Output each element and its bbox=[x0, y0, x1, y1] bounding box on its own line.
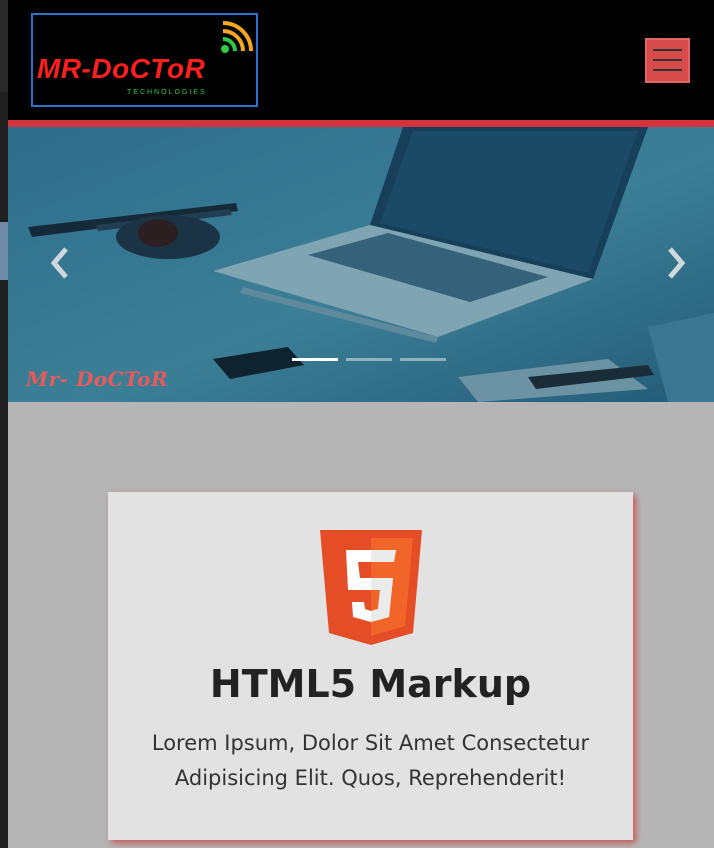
html5-icon bbox=[320, 530, 422, 645]
logo-tagline: TECHNOLOGIES bbox=[127, 89, 207, 96]
site-logo[interactable]: MR-DoCToR TECHNOLOGIES bbox=[31, 13, 258, 107]
feature-title: HTML5 Markup bbox=[209, 662, 532, 706]
carousel-prev-button[interactable] bbox=[48, 245, 78, 285]
background-thumbnail bbox=[0, 222, 8, 280]
hamburger-menu-icon bbox=[653, 49, 682, 51]
chevron-left-icon bbox=[50, 247, 68, 279]
carousel-next-button[interactable] bbox=[664, 245, 694, 285]
wifi-signal-icon bbox=[221, 21, 253, 53]
carousel-indicator-2[interactable] bbox=[346, 358, 392, 361]
carousel-indicator-1[interactable] bbox=[292, 358, 338, 361]
feature-card-html5: HTML5 Markup Lorem Ipsum, Dolor Sit Amet… bbox=[108, 492, 633, 840]
hamburger-menu-button[interactable] bbox=[645, 38, 690, 83]
carousel-indicator-3[interactable] bbox=[400, 358, 446, 361]
header-accent-bar bbox=[8, 120, 714, 127]
site-header: MR-DoCToR TECHNOLOGIES bbox=[8, 0, 714, 120]
logo-wordmark: MR-DoCToR bbox=[37, 53, 206, 84]
carousel-watermark: Mr- DoCToR bbox=[26, 367, 169, 391]
hamburger-line bbox=[653, 69, 682, 71]
background-window bbox=[0, 0, 8, 848]
feature-description: Lorem Ipsum, Dolor Sit Amet Consectetur … bbox=[151, 731, 590, 790]
background-strip bbox=[0, 0, 8, 92]
hamburger-line bbox=[653, 59, 682, 61]
hero-carousel: Mr- DoCToR bbox=[8, 127, 714, 402]
page: MR-DoCToR TECHNOLOGIES Mr- DoCToR HTML5 … bbox=[8, 0, 714, 848]
chevron-right-icon bbox=[668, 247, 686, 279]
